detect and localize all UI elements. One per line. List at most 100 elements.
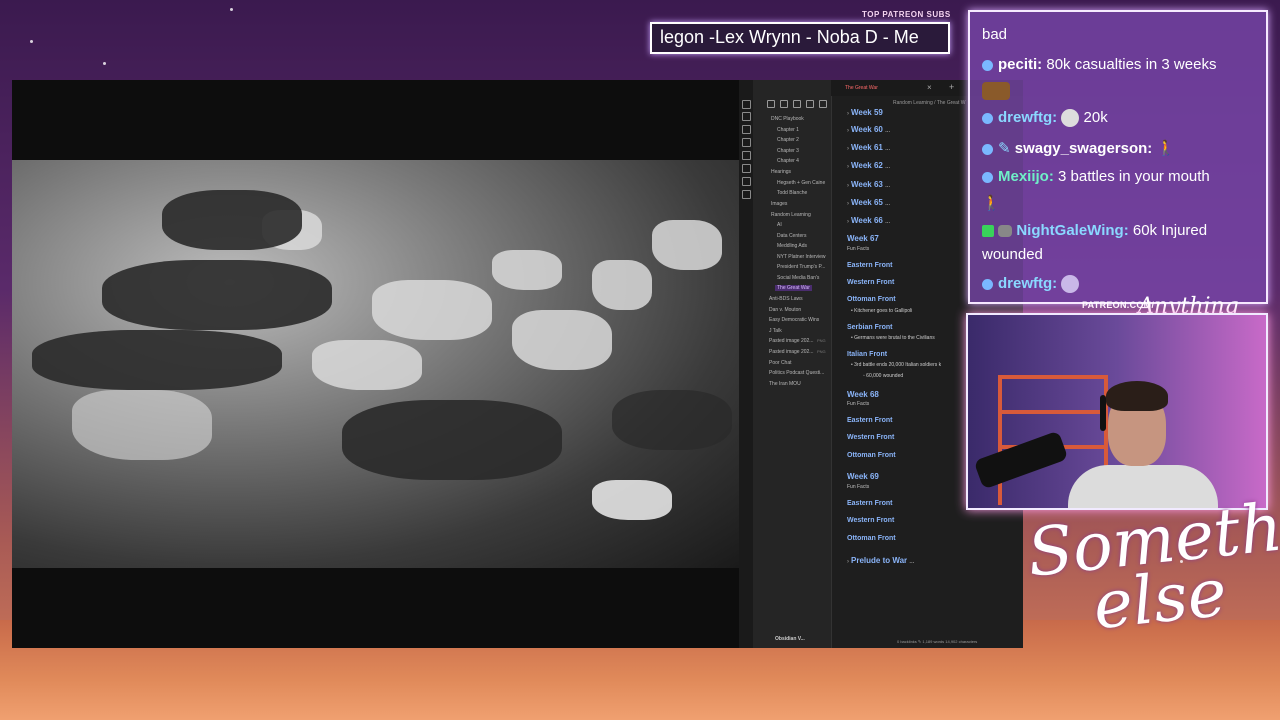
- vault-switcher[interactable]: Obsidian V...: [775, 636, 805, 642]
- eastern-front-heading: Eastern Front: [847, 417, 893, 424]
- collapse-icon[interactable]: [806, 100, 814, 108]
- graph-icon[interactable]: [742, 112, 751, 121]
- heading-week-62: › Week 62 ...: [847, 161, 891, 170]
- heading-week-67[interactable]: Week 67: [847, 234, 879, 243]
- tree-file[interactable]: Easy Democratic Wins: [769, 317, 819, 323]
- heading-week-60: › Week 60 ...: [847, 125, 891, 134]
- tree-folder[interactable]: DNC Playbook: [771, 116, 804, 122]
- tree-file[interactable]: Poor Chat: [769, 360, 792, 366]
- chat-badge-icon: [982, 59, 993, 71]
- heading-prelude: › Prelude to War ...: [847, 556, 915, 565]
- webcam-feed: [966, 313, 1268, 510]
- new-folder-icon[interactable]: [780, 100, 788, 108]
- chat-message: ✎ swagy_swagerson: 🚶: [982, 139, 1175, 157]
- tree-file[interactable]: Anti-BDS Laws: [769, 296, 803, 302]
- sort-icon[interactable]: [793, 100, 801, 108]
- copy-icon[interactable]: [742, 151, 751, 160]
- tree-file[interactable]: Pasted image 202...: [769, 338, 813, 344]
- close-icon[interactable]: [819, 100, 827, 108]
- grid-icon[interactable]: [742, 125, 751, 134]
- heading-week-69[interactable]: Week 69: [847, 472, 879, 481]
- ottoman-front-heading: Ottoman Front: [847, 535, 896, 542]
- walking-emote-icon: 🚶: [1156, 140, 1176, 157]
- fun-facts-heading: Fun Facts: [847, 401, 870, 407]
- italian-front-heading: Italian Front: [847, 351, 888, 358]
- tree-file[interactable]: Meddling Ads: [777, 243, 807, 249]
- chat-panel: bad peciti: 80k casualties in 3 weeks dr…: [968, 10, 1268, 304]
- new-tab-icon[interactable]: +: [949, 82, 954, 92]
- bullet-subnote[interactable]: ◦ 60,000 wounded: [863, 373, 903, 379]
- western-front-heading: Western Front: [847, 517, 895, 524]
- tree-file[interactable]: J Talk: [769, 328, 782, 334]
- heading-week-61: › Week 61 ...: [847, 143, 891, 152]
- ottoman-front-heading: Ottoman Front: [847, 452, 896, 459]
- ottoman-front-heading: Ottoman Front: [847, 296, 896, 303]
- serbian-front-heading: Serbian Front: [847, 324, 893, 331]
- tree-file[interactable]: Chapter 2: [777, 137, 799, 143]
- tree-file[interactable]: Politics Podcast Questi...: [769, 370, 824, 376]
- chat-emote: [982, 82, 1010, 101]
- heading-week-68[interactable]: Week 68: [847, 390, 879, 399]
- subscriber-badge-icon: [998, 225, 1013, 238]
- tab-the-great-war[interactable]: The Great War: [845, 85, 878, 91]
- tree-file[interactable]: Social Media Ban's: [777, 275, 819, 281]
- close-tab-icon[interactable]: ×: [927, 83, 932, 92]
- fun-facts-heading: Fun Facts: [847, 484, 870, 490]
- calendar-icon[interactable]: [742, 138, 751, 147]
- tree-folder[interactable]: Hearings: [771, 169, 791, 175]
- new-note-icon[interactable]: [767, 100, 775, 108]
- tree-file-active[interactable]: The Great War: [775, 285, 812, 291]
- eastern-front-heading: Eastern Front: [847, 500, 893, 507]
- pencil-icon: ✎: [998, 140, 1011, 157]
- chat-badge-icon: [982, 143, 993, 155]
- chat-message: drewftg:: [982, 275, 1080, 294]
- bullet-note: • 3rd battle ends 20,000 Italian soldier…: [851, 362, 942, 368]
- terminal-icon[interactable]: [742, 164, 751, 173]
- chat-message: bad: [982, 26, 1008, 43]
- western-front-heading: Western Front: [847, 434, 895, 441]
- heading-week-59: › Week 59: [847, 108, 883, 117]
- western-front-heading: Western Front: [847, 279, 895, 286]
- tree-file[interactable]: Chapter 3: [777, 148, 799, 154]
- fun-facts-heading: Fun Facts: [847, 246, 870, 252]
- chat-message: drewftg: 20k: [982, 109, 1108, 128]
- patreon-ticker-text: legon -Lex Wrynn - Noba D - Me: [660, 27, 919, 47]
- heading-week-66: › Week 66 ...: [847, 216, 891, 225]
- chat-emote: 🚶: [982, 194, 1001, 212]
- patreon-ticker: legon -Lex Wrynn - Noba D - Me: [650, 22, 950, 54]
- star-decoration: [30, 40, 33, 43]
- chat-message: peciti: 80k casualties in 3 weeks: [982, 56, 1216, 73]
- tree-file[interactable]: Pasted image 202...: [769, 349, 813, 355]
- tree-file[interactable]: AI: [777, 222, 782, 228]
- headset-icon: [1100, 395, 1106, 431]
- tree-file[interactable]: Data Centers: [777, 233, 806, 239]
- chat-badge-icon: [982, 112, 993, 124]
- video-player[interactable]: [12, 80, 739, 648]
- tree-file[interactable]: President Trump's P...: [777, 264, 825, 270]
- tree-folder[interactable]: Random Learning: [771, 212, 811, 218]
- heading-week-65: › Week 65 ...: [847, 198, 891, 207]
- streamer-hair: [1106, 381, 1168, 411]
- tree-file[interactable]: Todd Blanche: [777, 190, 807, 196]
- png-badge: PNG: [817, 338, 826, 343]
- breadcrumb: Random Learning / The Great W: [893, 100, 966, 106]
- kick-badge-icon: [982, 225, 994, 238]
- bullet-note: • Germans were brutal to the Civilians: [851, 335, 935, 341]
- png-badge: PNG: [817, 349, 826, 354]
- emote-image-icon: [982, 82, 1010, 101]
- emote-face-icon: [1061, 109, 1080, 128]
- help-icon[interactable]: [742, 177, 751, 186]
- chat-message: wounded: [982, 246, 1043, 263]
- tree-file[interactable]: The Iran MOU: [769, 381, 801, 387]
- patreon-subs-title: TOP PATREON SUBS: [862, 10, 951, 19]
- send-icon[interactable]: [742, 190, 751, 199]
- tree-file[interactable]: Hegseth + Gen Caine: [777, 180, 825, 186]
- tree-file[interactable]: Dan v. Mouton: [769, 307, 801, 313]
- file-icon[interactable]: [742, 100, 751, 109]
- tree-file[interactable]: Chapter 1: [777, 127, 799, 133]
- microphone-icon: [973, 430, 1069, 490]
- emote-face-icon: [1061, 275, 1080, 294]
- tree-file[interactable]: NYT Platner Interview: [777, 254, 826, 260]
- tree-file[interactable]: Chapter 4: [777, 158, 799, 164]
- tree-folder[interactable]: Images: [771, 201, 787, 207]
